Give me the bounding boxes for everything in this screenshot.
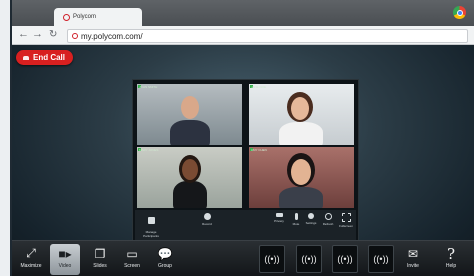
chrome-icon (453, 6, 466, 19)
envelope-icon: ✉ (407, 246, 419, 261)
address-url: my.polycom.com/ (81, 31, 143, 41)
ptool-label: Mute (292, 222, 300, 226)
left-edge (0, 0, 12, 276)
bottom-toolbar: ⤢ Maximize ■▸ Video ❐ Slides ▭ Screen 💬 … (12, 240, 474, 276)
settings-icon (308, 213, 314, 219)
fullscreen-icon (341, 213, 351, 222)
tile-label: MARY JONES (139, 148, 159, 152)
invite-label: Invite (407, 263, 419, 269)
site-icon (72, 33, 78, 39)
tile-label: JOHN SMITH (139, 85, 158, 89)
video-tile[interactable]: AMY CHEN (249, 147, 354, 208)
participant-head (181, 96, 199, 119)
participant-body (279, 122, 323, 145)
polycom-app: End Call JOHN SMITH JANE DOE MARY JONES … (12, 45, 474, 276)
end-call-label: End Call (33, 53, 66, 62)
mute-button[interactable]: Mute (290, 213, 302, 226)
ptool-label: Record (202, 222, 212, 226)
participant-head (291, 97, 309, 120)
browser-toolbar: ← → ↻ my.polycom.com/ (12, 26, 474, 45)
ptool-label: Fullscreen (339, 224, 353, 228)
privacy-button[interactable]: Privacy (271, 213, 287, 223)
participant-body (279, 187, 323, 208)
video-tile[interactable]: JOHN SMITH (137, 84, 242, 145)
group-label: Group (158, 263, 172, 269)
tile-label: JANE DOE (251, 85, 267, 89)
camera-icon: ■▸ (58, 246, 72, 261)
phone-icon (23, 55, 29, 60)
refresh-icon (324, 213, 332, 220)
record-button[interactable]: Record (197, 213, 217, 226)
invite-button[interactable]: ✉ Invite (398, 244, 428, 275)
browser-tab[interactable]: Polycom (54, 8, 142, 26)
broadcast-tower-icon[interactable]: ((•)) (332, 245, 358, 273)
reload-icon[interactable]: ↻ (49, 28, 57, 41)
participant-head (291, 159, 311, 185)
maximize-label: Maximize (20, 263, 42, 269)
panel-toolbar: Manage Participants Record Privacy Mute … (135, 210, 356, 242)
manage-participants-button[interactable]: Manage Participants (141, 213, 161, 238)
video-panel: JOHN SMITH JANE DOE MARY JONES AMY CHEN … (132, 79, 359, 245)
broadcast-tower-icon[interactable]: ((•)) (259, 245, 285, 273)
address-bar[interactable]: my.polycom.com/ (67, 29, 468, 43)
help-label: Help (445, 263, 457, 269)
ptool-label: Manage Participants (143, 230, 159, 238)
monitor-icon: ▭ (126, 246, 138, 261)
screen-label: Screen (124, 263, 140, 269)
forward-icon[interactable]: → (32, 28, 43, 41)
participant-head (182, 159, 198, 180)
group-button[interactable]: 💬 Group (150, 244, 180, 275)
ptool-label: Privacy (274, 219, 284, 223)
slides-icon: ❐ (94, 246, 106, 261)
tile-label: AMY CHEN (251, 148, 267, 152)
back-icon[interactable]: ← (18, 28, 29, 41)
video-tile[interactable]: JANE DOE (249, 84, 354, 145)
ptool-label: Settings (305, 221, 317, 225)
video-label: Video (58, 263, 72, 269)
broadcast-tower-icon[interactable]: ((•)) (296, 245, 322, 273)
privacy-icon (275, 213, 283, 217)
broadcast-tower-icon[interactable]: ((•)) (368, 245, 394, 273)
polycom-icon (63, 13, 70, 21)
refresh-button[interactable]: Refresh (321, 213, 335, 226)
manage-icon (147, 217, 155, 224)
browser-window: Polycom ← → ↻ my.polycom.com/ End Call J… (12, 0, 474, 276)
maximize-icon: ⤢ (26, 246, 36, 260)
screen-button[interactable]: ▭ Screen (117, 244, 147, 275)
mic-icon (294, 213, 298, 220)
ptool-label: Refresh (322, 222, 334, 226)
video-tile[interactable]: MARY JONES (137, 147, 242, 208)
tab-strip: Polycom (12, 0, 474, 26)
group-chat-icon: 💬 (157, 246, 173, 261)
tab-title: Polycom (73, 14, 97, 20)
end-call-button[interactable]: End Call (16, 50, 73, 65)
participant-body (173, 181, 207, 208)
fullscreen-button[interactable]: Fullscreen (337, 213, 355, 228)
participant-body (170, 120, 210, 145)
maximize-button[interactable]: ⤢ Maximize (16, 244, 46, 275)
record-icon (203, 213, 211, 220)
slides-button[interactable]: ❐ Slides (85, 244, 115, 275)
help-button[interactable]: ? Help (436, 244, 466, 275)
video-button[interactable]: ■▸ Video (50, 244, 80, 275)
slides-label: Slides (93, 263, 107, 269)
help-icon: ? (446, 244, 456, 263)
settings-button[interactable]: Settings (304, 213, 318, 225)
